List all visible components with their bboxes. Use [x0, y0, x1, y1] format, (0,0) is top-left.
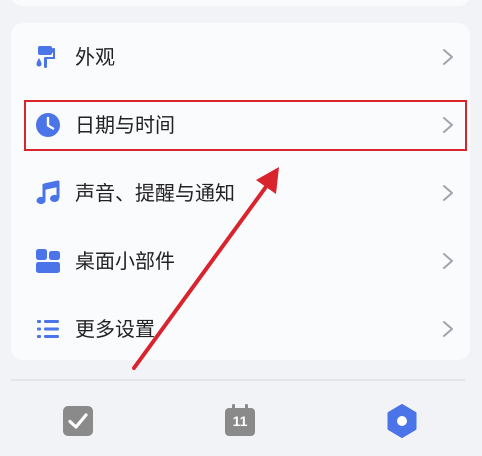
checkbox-icon — [63, 406, 93, 436]
tab-tasks[interactable] — [60, 403, 96, 439]
settings-item-more-settings[interactable]: 更多设置 — [11, 295, 470, 363]
settings-item-date-time[interactable]: 日期与时间 — [11, 91, 470, 159]
settings-hexagon-icon — [387, 404, 417, 438]
clock-icon — [35, 112, 61, 138]
settings-list: 外观 日期与时间 声音、提醒与通知 桌面小部件 更多设置 — [11, 23, 470, 360]
paint-roller-icon — [35, 44, 61, 70]
chevron-right-icon — [440, 319, 456, 339]
settings-item-sound-notifications[interactable]: 声音、提醒与通知 — [11, 159, 470, 227]
settings-item-label: 更多设置 — [75, 317, 155, 341]
music-note-icon — [35, 180, 61, 206]
tab-settings[interactable] — [384, 403, 420, 439]
settings-item-appearance[interactable]: 外观 — [11, 23, 470, 91]
previous-card — [11, 0, 470, 6]
settings-item-label: 声音、提醒与通知 — [75, 181, 235, 205]
settings-item-label: 桌面小部件 — [75, 249, 175, 273]
calendar-date-number: 11 — [232, 413, 248, 429]
chevron-right-icon — [440, 47, 456, 67]
settings-item-label: 外观 — [75, 45, 115, 69]
chevron-right-icon — [440, 183, 456, 203]
tab-calendar[interactable]: 11 — [222, 403, 258, 439]
chevron-right-icon — [440, 251, 456, 271]
list-icon — [35, 316, 61, 342]
settings-item-widgets[interactable]: 桌面小部件 — [11, 227, 470, 295]
bottom-nav: 11 — [0, 381, 482, 456]
settings-item-label: 日期与时间 — [75, 113, 175, 137]
chevron-right-icon — [440, 115, 456, 135]
widgets-icon — [35, 248, 61, 274]
